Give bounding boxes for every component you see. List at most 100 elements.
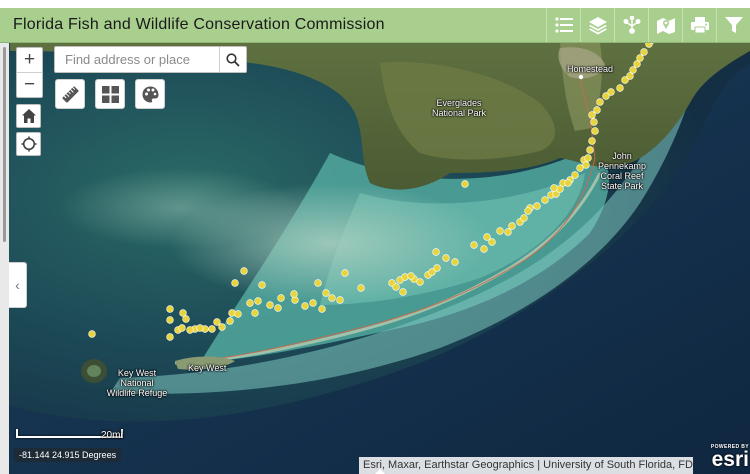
basemap-button[interactable] [648,8,682,42]
map-marker[interactable] [399,288,407,296]
attribution[interactable]: Esri, Maxar, Earthstar Geographics | Uni… [359,457,693,474]
map-marker[interactable] [336,296,344,304]
map-marker[interactable] [178,324,186,332]
map-marker[interactable] [208,325,216,333]
zoom-in-button[interactable]: + [17,48,42,72]
measure-button[interactable] [55,79,85,109]
map-marker[interactable] [322,289,330,297]
print-button[interactable] [682,8,716,42]
label-keywest-refuge-line3: Wildlife Refuge [106,388,168,398]
map-marker[interactable] [228,309,236,317]
filter-button[interactable] [716,8,750,42]
map-marker[interactable] [640,48,648,56]
map-marker[interactable] [524,207,532,215]
map-marker[interactable] [318,305,326,313]
map-marker[interactable] [461,180,469,188]
header-toolbar [546,8,750,42]
legend-button[interactable] [546,8,580,42]
map-marker[interactable] [291,296,299,304]
map-marker[interactable] [401,273,409,281]
map-marker[interactable] [186,326,194,334]
map-marker[interactable] [182,315,190,323]
map-marker[interactable] [520,214,528,222]
map-marker[interactable] [407,272,415,280]
panel-scrollbar[interactable] [0,43,9,474]
map-marker[interactable] [636,54,644,62]
map-marker[interactable] [550,184,558,192]
map-marker[interactable] [593,106,601,114]
panel-collapse-tab[interactable]: ‹ [9,262,27,308]
map-marker[interactable] [433,264,441,272]
map-marker[interactable] [254,297,262,305]
esri-logo[interactable]: POWERED BY esri [697,444,749,472]
map-marker[interactable] [309,299,317,307]
map-marker[interactable] [166,333,174,341]
map-marker[interactable] [582,161,590,169]
map-marker[interactable] [341,269,349,277]
map-marker[interactable] [564,179,572,187]
attribution-toggle-icon[interactable] [374,468,386,474]
map-marker[interactable] [442,254,450,262]
search-input[interactable] [55,47,221,72]
map-marker[interactable] [432,248,440,256]
layers-button[interactable] [580,8,614,42]
draw-button[interactable] [135,79,165,109]
map-marker[interactable] [629,66,637,74]
map-marker[interactable] [314,279,322,287]
home-button[interactable] [16,104,41,128]
map-marker[interactable] [357,284,365,292]
map-marker[interactable] [504,228,512,236]
map-marker[interactable] [645,43,653,48]
map-marker[interactable] [596,98,604,106]
map-marker[interactable] [266,301,274,309]
map-marker[interactable] [571,171,579,179]
scrollbar-thumb[interactable] [3,47,6,242]
map-marker[interactable] [588,111,596,119]
map-marker[interactable] [586,146,594,154]
share-icon [623,15,640,34]
map-marker[interactable] [301,302,309,310]
map-marker[interactable] [246,299,254,307]
map-marker[interactable] [590,118,598,126]
search-button[interactable] [219,47,246,72]
map-marker[interactable] [416,278,424,286]
map-marker[interactable] [258,281,266,289]
map-marker[interactable] [541,196,549,204]
map-marker[interactable] [234,310,242,318]
map-marker[interactable] [470,241,478,249]
map-marker[interactable] [88,330,96,338]
map-marker[interactable] [533,202,541,210]
map-marker[interactable] [166,316,174,324]
map-marker[interactable] [290,290,298,298]
map-marker[interactable] [488,238,496,246]
map-marker[interactable] [451,258,459,266]
map-marker[interactable] [274,304,282,312]
zoom-out-button[interactable]: − [17,72,42,97]
map-marker[interactable] [508,222,516,230]
map-marker[interactable] [591,127,599,135]
map-marker[interactable] [588,137,596,145]
map-marker[interactable] [277,294,285,302]
map-marker[interactable] [584,154,592,162]
map-marker[interactable] [166,305,174,313]
map-marker[interactable] [607,88,615,96]
map-marker[interactable] [483,233,491,241]
map-marker[interactable] [251,309,259,317]
locate-button[interactable] [16,132,41,156]
map-marker[interactable] [480,245,488,253]
map-marker[interactable] [196,324,204,332]
map-marker[interactable] [240,267,248,275]
map-marker[interactable] [328,294,336,302]
basemap-gallery-button[interactable] [95,79,125,109]
map-marker[interactable] [616,84,624,92]
share-button[interactable] [614,8,648,42]
coordinate-readout[interactable]: -81.144 24.915 Degrees [14,448,122,462]
map-marker[interactable] [226,317,234,325]
map-marker[interactable] [231,279,239,287]
map-marker[interactable] [218,323,226,331]
search-box [54,46,247,73]
map-view[interactable]: Homestead Everglades National Park John … [0,43,750,474]
map-marker[interactable] [496,227,504,235]
map-marker[interactable] [392,283,400,291]
map-marker[interactable] [213,318,221,326]
